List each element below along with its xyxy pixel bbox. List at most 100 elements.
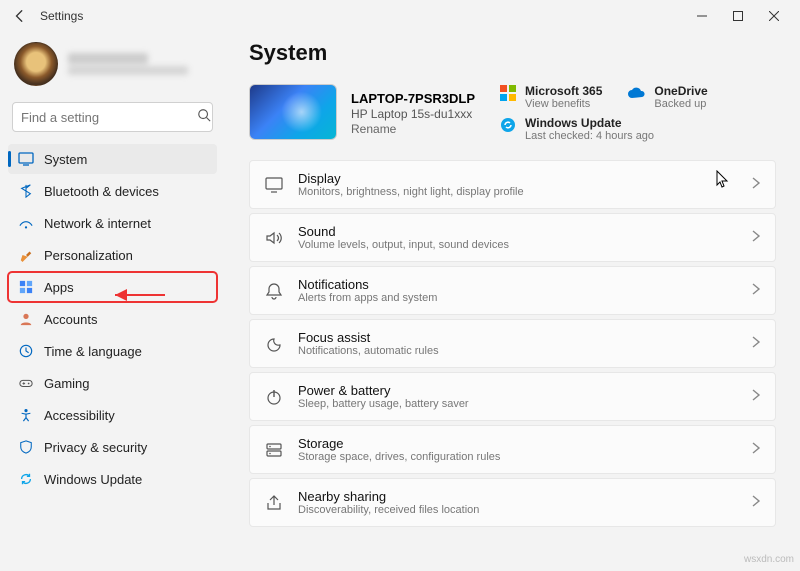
chevron-right-icon: [751, 441, 761, 459]
sidebar-item-label: Apps: [44, 280, 74, 295]
sidebar-item-accounts[interactable]: Accounts: [8, 304, 217, 334]
gaming-icon: [18, 375, 34, 391]
row-sub: Alerts from apps and system: [298, 292, 737, 304]
settings-list: DisplayMonitors, brightness, night light…: [249, 160, 776, 527]
device-wallpaper-thumb: [249, 84, 337, 140]
close-button[interactable]: [756, 2, 792, 30]
chevron-right-icon: [751, 335, 761, 353]
back-button[interactable]: [8, 4, 32, 28]
maximize-button[interactable]: [720, 2, 756, 30]
watermark: wsxdn.com: [744, 554, 794, 565]
sidebar-item-label: Personalization: [44, 248, 133, 263]
avatar: [14, 42, 58, 86]
tile-onedrive[interactable]: OneDriveBacked up: [628, 84, 707, 110]
device-name: LAPTOP-7PSR3DLP: [351, 91, 475, 106]
power-icon: [264, 387, 284, 407]
row-title: Storage: [298, 436, 737, 451]
main-content: System LAPTOP-7PSR3DLP HP Laptop 15s-du1…: [225, 32, 800, 571]
sidebar-item-bluetooth[interactable]: Bluetooth & devices: [8, 176, 217, 206]
notifications-icon: [264, 281, 284, 301]
titlebar: Settings: [0, 0, 800, 32]
device-model: HP Laptop 15s-du1xxx: [351, 107, 475, 121]
sidebar-item-label: Time & language: [44, 344, 142, 359]
row-power[interactable]: Power & batterySleep, battery usage, bat…: [249, 372, 776, 421]
sidebar-item-label: Bluetooth & devices: [44, 184, 159, 199]
chevron-right-icon: [751, 494, 761, 512]
sidebar-item-label: Network & internet: [44, 216, 151, 231]
system-icon: [18, 151, 34, 167]
close-icon: [769, 11, 779, 21]
bluetooth-icon: [18, 183, 34, 199]
accessibility-icon: [18, 407, 34, 423]
row-sub: Sleep, battery usage, battery saver: [298, 398, 737, 410]
apps-icon: [18, 279, 34, 295]
sidebar-item-gaming[interactable]: Gaming: [8, 368, 217, 398]
minimize-icon: [697, 11, 707, 21]
row-focus[interactable]: Focus assistNotifications, automatic rul…: [249, 319, 776, 368]
row-title: Sound: [298, 224, 737, 239]
windows-update-icon: [499, 116, 517, 134]
sidebar-item-accessibility[interactable]: Accessibility: [8, 400, 217, 430]
profile-block[interactable]: [8, 36, 217, 100]
tile-sub: Backed up: [654, 98, 707, 110]
sidebar-item-label: Gaming: [44, 376, 90, 391]
tile-sub: Last checked: 4 hours ago: [525, 130, 654, 142]
sidebar-item-apps[interactable]: Apps: [8, 272, 217, 302]
sidebar-item-update[interactable]: Windows Update: [8, 464, 217, 494]
row-title: Display: [298, 171, 737, 186]
row-title: Focus assist: [298, 330, 737, 345]
sidebar: System Bluetooth & devices Network & int…: [0, 32, 225, 571]
microsoft-icon: [499, 84, 517, 102]
sidebar-item-time[interactable]: Time & language: [8, 336, 217, 366]
device-rename-link[interactable]: Rename: [351, 122, 475, 136]
onedrive-icon: [628, 84, 646, 102]
tile-sub: View benefits: [525, 98, 602, 110]
storage-icon: [264, 440, 284, 460]
device-block: LAPTOP-7PSR3DLP HP Laptop 15s-du1xxx Ren…: [249, 84, 776, 142]
sidebar-item-label: System: [44, 152, 87, 167]
sidebar-item-label: Accounts: [44, 312, 97, 327]
tile-label: Microsoft 365: [525, 84, 602, 98]
row-title: Power & battery: [298, 383, 737, 398]
display-icon: [264, 175, 284, 195]
privacy-icon: [18, 439, 34, 455]
search-input[interactable]: [21, 110, 197, 125]
chevron-right-icon: [751, 282, 761, 300]
time-icon: [18, 343, 34, 359]
network-icon: [18, 215, 34, 231]
profile-name: [68, 53, 148, 64]
maximize-icon: [733, 11, 743, 21]
row-notifications[interactable]: NotificationsAlerts from apps and system: [249, 266, 776, 315]
window-title: Settings: [40, 9, 83, 23]
minimize-button[interactable]: [684, 2, 720, 30]
sidebar-item-privacy[interactable]: Privacy & security: [8, 432, 217, 462]
arrow-left-icon: [13, 9, 27, 23]
sidebar-item-network[interactable]: Network & internet: [8, 208, 217, 238]
tile-label: OneDrive: [654, 84, 707, 98]
tile-update[interactable]: Windows UpdateLast checked: 4 hours ago: [499, 116, 708, 142]
tile-m365[interactable]: Microsoft 365View benefits: [499, 84, 602, 110]
sidebar-item-label: Windows Update: [44, 472, 142, 487]
share-icon: [264, 493, 284, 513]
device-card[interactable]: LAPTOP-7PSR3DLP HP Laptop 15s-du1xxx Ren…: [249, 84, 475, 142]
row-sub: Monitors, brightness, night light, displ…: [298, 186, 737, 198]
personalization-icon: [18, 247, 34, 263]
row-sub: Storage space, drives, configuration rul…: [298, 451, 737, 463]
sidebar-item-system[interactable]: System: [8, 144, 217, 174]
chevron-right-icon: [751, 388, 761, 406]
sidebar-item-label: Privacy & security: [44, 440, 147, 455]
chevron-right-icon: [751, 229, 761, 247]
tile-label: Windows Update: [525, 116, 654, 130]
sidebar-item-personalization[interactable]: Personalization: [8, 240, 217, 270]
row-nearby[interactable]: Nearby sharingDiscoverability, received …: [249, 478, 776, 527]
chevron-right-icon: [751, 176, 761, 194]
row-storage[interactable]: StorageStorage space, drives, configurat…: [249, 425, 776, 474]
row-sub: Discoverability, received files location: [298, 504, 737, 516]
row-display[interactable]: DisplayMonitors, brightness, night light…: [249, 160, 776, 209]
row-sound[interactable]: SoundVolume levels, output, input, sound…: [249, 213, 776, 262]
focus-icon: [264, 334, 284, 354]
search-box[interactable]: [12, 102, 213, 132]
row-sub: Notifications, automatic rules: [298, 345, 737, 357]
update-icon: [18, 471, 34, 487]
accounts-icon: [18, 311, 34, 327]
